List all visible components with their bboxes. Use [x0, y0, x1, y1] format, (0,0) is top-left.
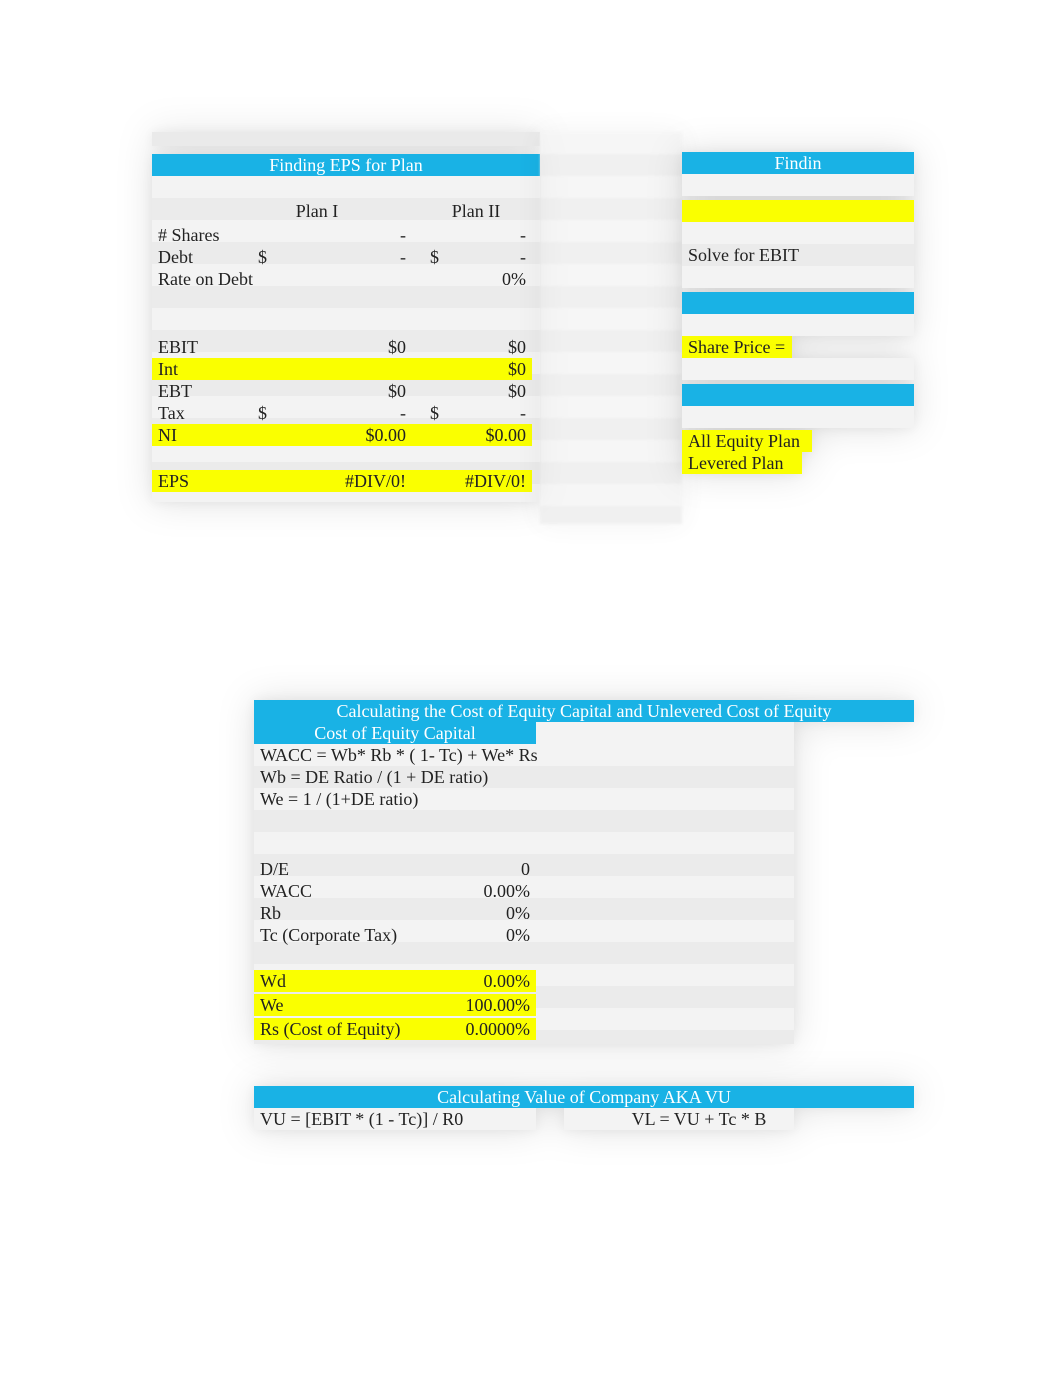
- row-ebt-p1: $0: [252, 380, 412, 402]
- vu-left-formula: VU = [EBIT * (1 - Tc)] / R0: [254, 1108, 536, 1130]
- side-blue-strip-1: [682, 292, 914, 314]
- coe-we-value: 100.00%: [424, 994, 536, 1016]
- coe-de-value: 0: [424, 858, 536, 880]
- row-ebit-label: EBIT: [152, 336, 252, 358]
- vu-title: Calculating Value of Company AKA VU: [254, 1086, 914, 1108]
- coe-formula2: Wb = DE Ratio / (1 + DE ratio): [254, 766, 554, 788]
- row-rate-p2: 0%: [412, 268, 532, 290]
- side-blue-strip-2: [682, 384, 914, 406]
- col-plan2: Plan II: [412, 200, 540, 222]
- coe-we-label: We: [254, 994, 424, 1016]
- row-eps-p1: #DIV/0!: [252, 470, 412, 492]
- col-plan1: Plan I: [252, 200, 382, 222]
- side-title: Findin: [682, 152, 914, 174]
- row-ebit-p1: $0: [252, 336, 412, 358]
- all-equity-label: All Equity Plan: [682, 430, 812, 452]
- coe-wd-value: 0.00%: [424, 970, 536, 992]
- row-ebit-p2: $0: [412, 336, 532, 358]
- row-shares-p2: -: [412, 224, 532, 246]
- row-debt-p1: -: [272, 246, 412, 268]
- row-debt-p2: -: [444, 246, 532, 268]
- row-debt-sym2: $: [424, 246, 444, 268]
- row-ni-label: NI: [152, 424, 252, 446]
- side-yellow-strip: [682, 200, 914, 222]
- solve-ebit-label: Solve for EBIT: [682, 244, 914, 266]
- row-tax-p2: -: [444, 402, 532, 424]
- row-tax-sym1: $: [252, 402, 272, 424]
- row-debt-sym1: $: [252, 246, 272, 268]
- row-ebt-p2: $0: [412, 380, 532, 402]
- coe-tc-value: 0%: [424, 924, 536, 946]
- row-ni-p2: $0.00: [412, 424, 532, 446]
- coe-wd-label: Wd: [254, 970, 424, 992]
- row-eps-label: EPS: [152, 470, 252, 492]
- coe-rb-value: 0%: [424, 902, 536, 924]
- share-price-label: Share Price =: [682, 336, 792, 358]
- coe-wacc-label: WACC: [254, 880, 424, 902]
- coe-formula1: WACC = Wb* Rb * ( 1- Tc) + We* Rs: [254, 744, 554, 766]
- row-int-p2: $0: [412, 358, 532, 380]
- row-shares-label: # Shares: [152, 224, 252, 246]
- row-rate-label: Rate on Debt: [152, 268, 272, 290]
- eps-title: Finding EPS for Plan: [152, 154, 540, 176]
- coe-rs-value: 0.0000%: [424, 1018, 536, 1040]
- row-eps-p2: #DIV/0!: [412, 470, 532, 492]
- coe-title: Calculating the Cost of Equity Capital a…: [254, 700, 914, 722]
- coe-subhead: Cost of Equity Capital: [254, 722, 536, 744]
- coe-tc-label: Tc (Corporate Tax): [254, 924, 424, 946]
- middle-bg: [540, 132, 682, 524]
- row-int-label: Int: [152, 358, 412, 380]
- row-ni-p1: $0.00: [252, 424, 412, 446]
- levered-label: Levered Plan: [682, 452, 802, 474]
- row-ebt-label: EBT: [152, 380, 252, 402]
- row-tax-sym2: $: [424, 402, 444, 424]
- coe-wacc-value: 0.00%: [424, 880, 536, 902]
- coe-de-label: D/E: [254, 858, 424, 880]
- vu-right-formula: VL = VU + Tc * B: [584, 1108, 814, 1130]
- coe-rb-label: Rb: [254, 902, 424, 924]
- coe-rs-label: Rs (Cost of Equity): [254, 1018, 424, 1040]
- row-shares-p1: -: [252, 224, 412, 246]
- row-debt-label: Debt: [152, 246, 252, 268]
- row-tax-p1: -: [272, 402, 412, 424]
- coe-formula3: We = 1 / (1+DE ratio): [254, 788, 554, 810]
- row-tax-label: Tax: [152, 402, 252, 424]
